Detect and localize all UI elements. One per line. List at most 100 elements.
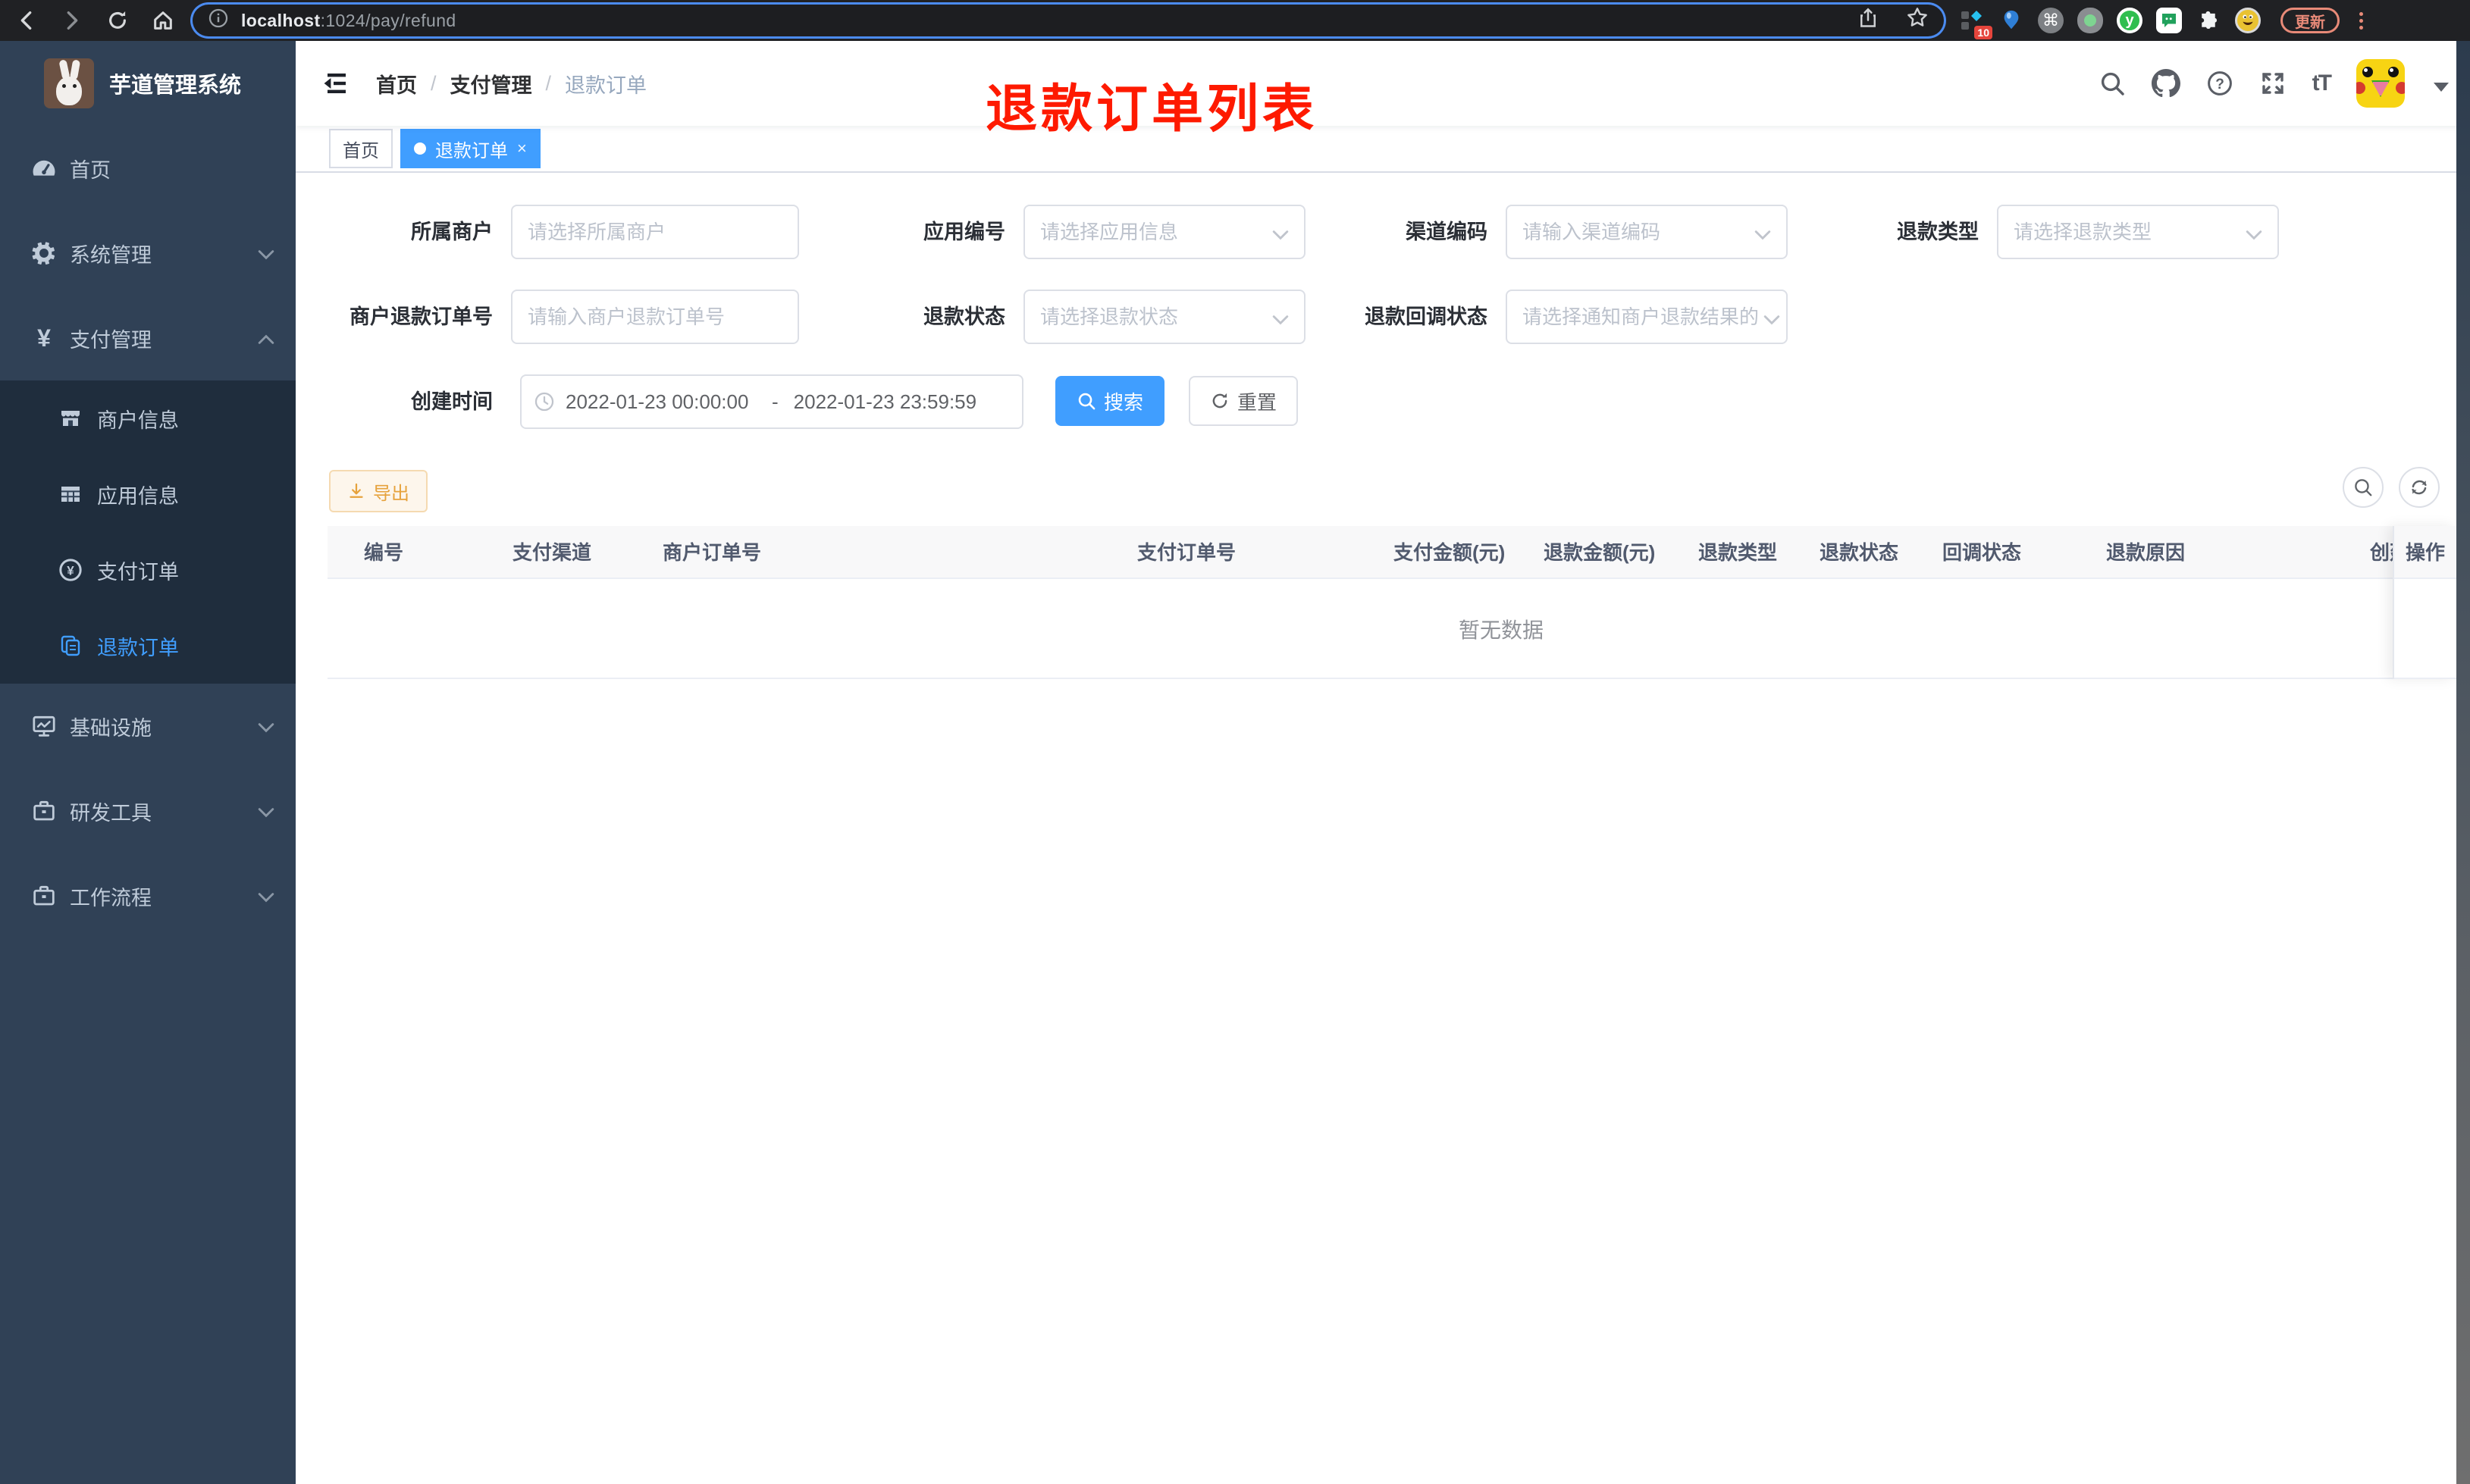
browser-update-button[interactable]: 更新 bbox=[2280, 8, 2340, 33]
refund-status-select[interactable] bbox=[1023, 290, 1306, 344]
user-avatar[interactable] bbox=[2356, 59, 2405, 108]
tag-active-dot bbox=[414, 142, 426, 155]
font-size-icon[interactable]: tT bbox=[2312, 70, 2332, 96]
sidebar-item-devtools[interactable]: 研发工具 bbox=[0, 769, 296, 853]
chevron-down-icon bbox=[258, 884, 274, 908]
sidebar-item-payment[interactable]: ¥ 支付管理 bbox=[0, 296, 296, 380]
logo-avatar bbox=[44, 58, 94, 108]
sidebar-item-pay-order[interactable]: ¥ 支付订单 bbox=[0, 532, 296, 608]
sidebar-item-label: 商户信息 bbox=[97, 409, 179, 432]
sidebar: 芋道管理系统 首页 系统管理 ¥ 支付管理 商户信息 应用信息 ¥ 支付订单 退… bbox=[0, 41, 296, 1484]
merchant-refund-no-input[interactable] bbox=[511, 290, 799, 344]
sidebar-item-app-info[interactable]: 应用信息 bbox=[0, 456, 296, 532]
github-icon[interactable] bbox=[2151, 69, 2180, 98]
app-select[interactable] bbox=[1023, 205, 1306, 259]
extension-command-icon[interactable]: ⌘ bbox=[2038, 8, 2064, 33]
date-start[interactable]: 2022-01-23 00:00:00 bbox=[566, 390, 757, 414]
extension-dot-icon[interactable] bbox=[2077, 8, 2103, 33]
refresh-button[interactable] bbox=[2399, 467, 2440, 508]
browser-window: localhost:1024/pay/refund 10 ⌘ y 更新 芋道管理… bbox=[0, 0, 2470, 1484]
main-area: 首页 / 支付管理 / 退款订单 退款订单列表 ? tT 首页 退款订单 × 所… bbox=[296, 41, 2470, 1484]
caret-down-icon[interactable] bbox=[2434, 70, 2449, 98]
extension-y-icon[interactable]: y bbox=[2117, 8, 2142, 33]
back-icon[interactable] bbox=[15, 9, 38, 32]
sidebar-item-label: 支付订单 bbox=[97, 560, 179, 584]
filter-label-refund-type: 退款类型 bbox=[1897, 221, 1979, 243]
search-button[interactable]: 搜索 bbox=[1055, 376, 1165, 426]
col-header: 支付金额(元) bbox=[1393, 541, 1506, 564]
grid-icon bbox=[58, 481, 83, 507]
app-logo[interactable]: 芋道管理系统 bbox=[0, 41, 296, 126]
payment-submenu: 商户信息 应用信息 ¥ 支付订单 退款订单 bbox=[0, 380, 296, 684]
sidebar-item-workflow[interactable]: 工作流程 bbox=[0, 853, 296, 938]
refund-type-select[interactable] bbox=[1997, 205, 2279, 259]
app-title: 芋道管理系统 bbox=[109, 74, 242, 98]
reset-button[interactable]: 重置 bbox=[1189, 376, 1299, 426]
extension-emoji-icon[interactable] bbox=[2235, 8, 2261, 33]
page-title-annotation: 退款订单列表 bbox=[986, 80, 1318, 138]
share-icon[interactable] bbox=[1857, 7, 1879, 35]
chevron-down-icon bbox=[1763, 303, 1780, 331]
sidebar-item-infra[interactable]: 基础设施 bbox=[0, 684, 296, 769]
chevron-down-icon bbox=[1272, 218, 1289, 246]
export-button[interactable]: 导出 bbox=[329, 470, 428, 512]
refund-table: 编号 支付渠道 商户订单号 支付订单号 支付金额(元) 退款金额(元) 退款类型… bbox=[328, 526, 2456, 679]
extension-chat-icon[interactable] bbox=[2156, 8, 2182, 33]
extensions-row: 10 ⌘ y 更新 bbox=[1944, 8, 2372, 39]
col-header: 商户订单号 bbox=[663, 541, 762, 564]
menu-dots-icon[interactable] bbox=[2359, 11, 2363, 30]
svg-text:¥: ¥ bbox=[67, 563, 74, 578]
sidebar-item-refund-order[interactable]: 退款订单 bbox=[0, 608, 296, 684]
clock-icon bbox=[534, 391, 555, 412]
filter-label-callback-status: 退款回调状态 bbox=[1365, 305, 1487, 328]
search-icon[interactable] bbox=[2099, 70, 2126, 97]
reload-icon[interactable] bbox=[106, 9, 129, 32]
filter-label-merchant-refund-no: 商户退款订单号 bbox=[349, 305, 493, 328]
sidebar-item-system[interactable]: 系统管理 bbox=[0, 211, 296, 296]
tag-home[interactable]: 首页 bbox=[329, 129, 393, 168]
chevron-down-icon bbox=[1272, 303, 1289, 331]
date-range-picker[interactable]: 2022-01-23 00:00:00 - 2022-01-23 23:59:5… bbox=[520, 374, 1023, 429]
col-header: 编号 bbox=[364, 541, 404, 564]
url-bar[interactable]: localhost:1024/pay/refund bbox=[193, 5, 1944, 36]
col-header: 退款状态 bbox=[1820, 541, 1899, 564]
channel-select[interactable] bbox=[1506, 205, 1788, 259]
sidebar-item-label: 支付管理 bbox=[70, 328, 152, 352]
filter-label-merchant: 所属商户 bbox=[411, 221, 493, 243]
sidebar-item-home[interactable]: 首页 bbox=[0, 126, 296, 211]
extensions-puzzle-icon[interactable] bbox=[2196, 8, 2221, 33]
hamburger-fold-icon[interactable] bbox=[321, 70, 349, 97]
breadcrumb-payment[interactable]: 支付管理 bbox=[450, 69, 532, 99]
fullscreen-icon[interactable] bbox=[2259, 70, 2287, 97]
date-end[interactable]: 2022-01-23 23:59:59 bbox=[794, 390, 985, 414]
refund-order-icon bbox=[58, 633, 83, 659]
filter-label-refund-status: 退款状态 bbox=[923, 305, 1005, 328]
briefcase-icon bbox=[30, 882, 58, 909]
home-icon[interactable] bbox=[152, 9, 174, 32]
sidebar-item-label: 研发工具 bbox=[70, 801, 152, 825]
info-icon[interactable] bbox=[208, 7, 229, 35]
chevron-down-icon bbox=[2246, 218, 2262, 246]
tag-refund-order[interactable]: 退款订单 × bbox=[400, 129, 541, 168]
extension-badge: 10 bbox=[1974, 26, 1992, 39]
breadcrumb-home[interactable]: 首页 bbox=[376, 69, 417, 99]
extension-balloon-icon[interactable] bbox=[1998, 8, 2024, 33]
toolbox-icon bbox=[30, 797, 58, 825]
sidebar-item-label: 工作流程 bbox=[70, 886, 152, 909]
col-header: 退款原因 bbox=[2106, 541, 2186, 564]
url-text[interactable]: localhost:1024/pay/refund bbox=[241, 11, 456, 31]
star-icon[interactable] bbox=[1906, 6, 1929, 35]
breadcrumb: 首页 / 支付管理 / 退款订单 bbox=[376, 69, 647, 99]
merchant-input[interactable] bbox=[511, 205, 799, 259]
top-navbar: 首页 / 支付管理 / 退款订单 退款订单列表 ? tT bbox=[296, 41, 2470, 138]
forward-icon[interactable] bbox=[61, 9, 83, 32]
close-icon[interactable]: × bbox=[517, 139, 527, 158]
question-icon[interactable]: ? bbox=[2206, 70, 2233, 97]
sidebar-item-merchant-info[interactable]: 商户信息 bbox=[0, 380, 296, 456]
callback-status-select[interactable] bbox=[1506, 290, 1788, 344]
show-search-button[interactable] bbox=[2343, 467, 2384, 508]
browser-toolbar: localhost:1024/pay/refund 10 ⌘ y 更新 bbox=[0, 0, 2470, 41]
extension-diamond-icon[interactable]: 10 bbox=[1959, 8, 1992, 39]
yen-icon: ¥ bbox=[37, 324, 51, 352]
window-scrollbar[interactable] bbox=[2456, 41, 2470, 1484]
